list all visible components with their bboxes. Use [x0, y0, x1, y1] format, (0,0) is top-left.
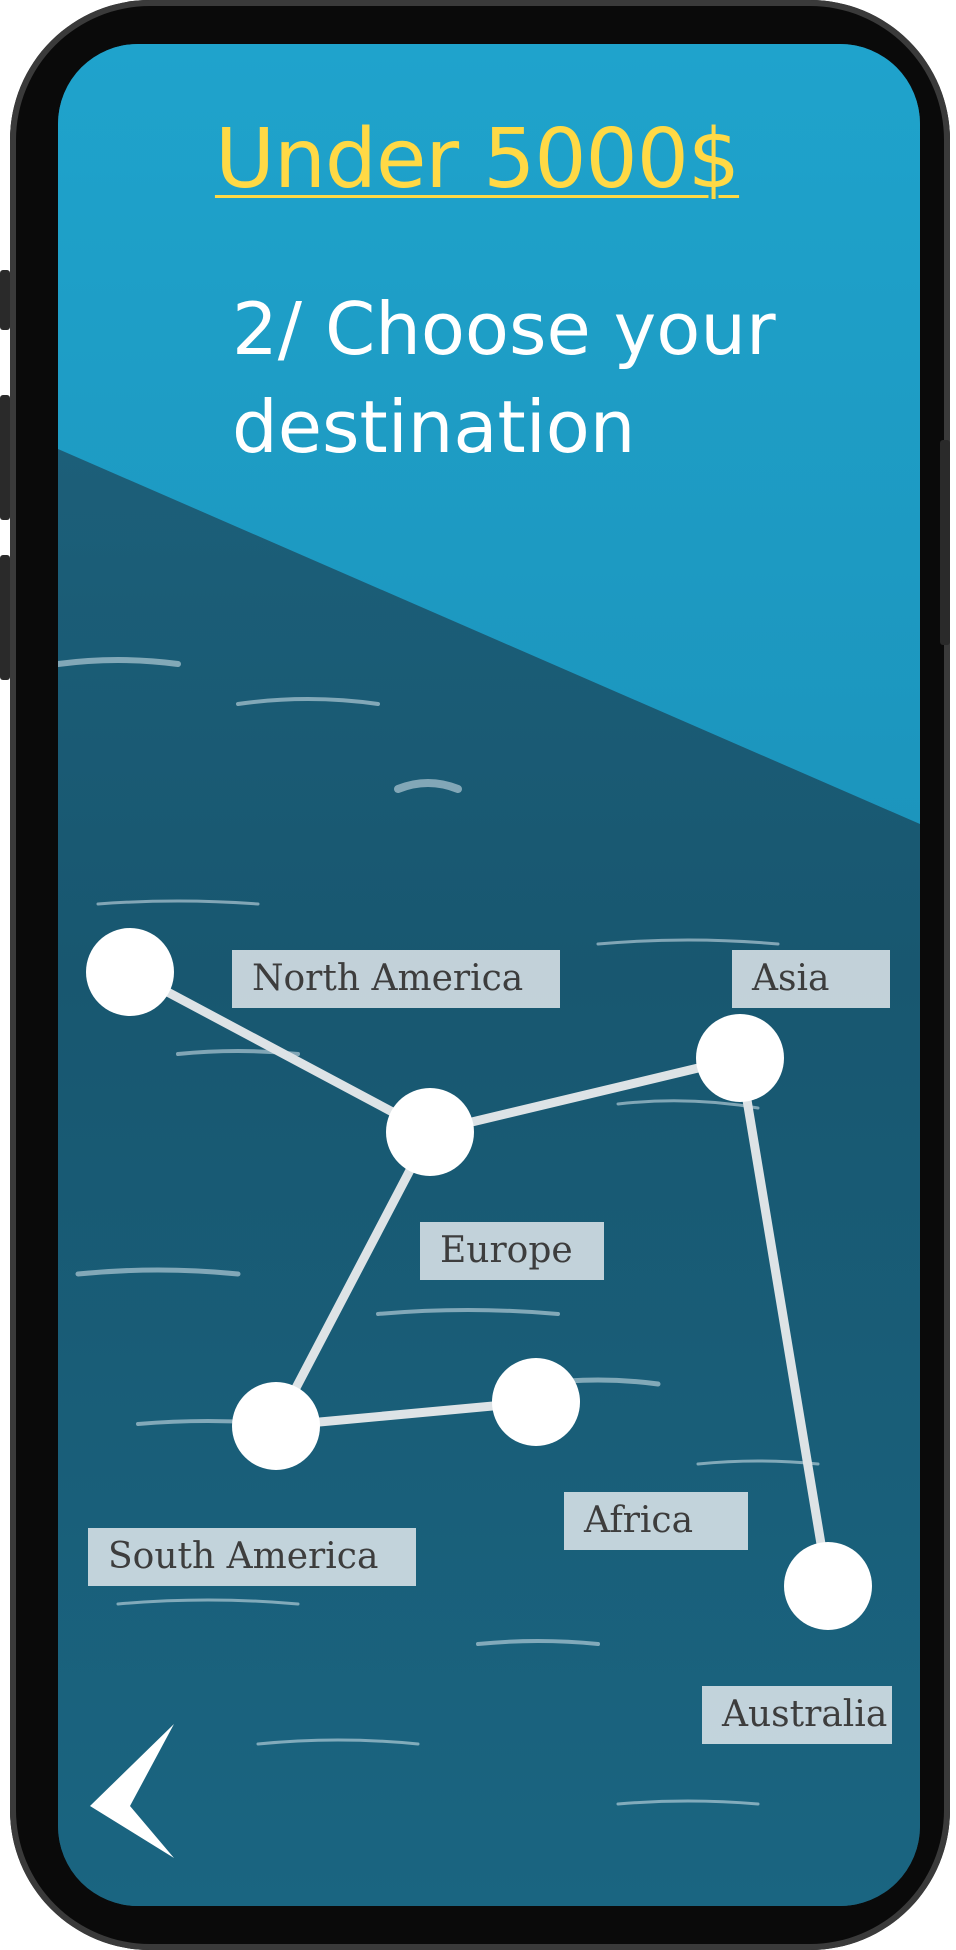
app-screen: Under 5000$ 2/ Choose your destination N…: [58, 44, 920, 1906]
node-north-america[interactable]: [86, 928, 174, 1016]
connection-europe-asia: [425, 1053, 745, 1137]
label-asia[interactable]: Asia: [732, 950, 890, 1008]
label-south-america[interactable]: South America: [88, 1528, 416, 1586]
phone-frame: Under 5000$ 2/ Choose your destination N…: [0, 0, 950, 1950]
node-europe[interactable]: [386, 1088, 474, 1176]
label-africa[interactable]: Africa: [564, 1492, 748, 1550]
power-button: [940, 440, 950, 645]
volume-down-button: [0, 555, 10, 680]
chevron-left-icon[interactable]: [86, 1716, 176, 1866]
label-europe[interactable]: Europe: [420, 1222, 604, 1280]
node-south-america[interactable]: [232, 1382, 320, 1470]
node-africa[interactable]: [492, 1358, 580, 1446]
connection-europe-south-america: [271, 1127, 435, 1431]
label-australia[interactable]: Australia: [702, 1686, 892, 1744]
label-north-america[interactable]: North America: [232, 950, 560, 1008]
silent-switch: [0, 270, 10, 330]
connection-asia-australia: [735, 1053, 833, 1591]
node-asia[interactable]: [696, 1014, 784, 1102]
node-australia[interactable]: [784, 1542, 872, 1630]
volume-up-button: [0, 395, 10, 520]
